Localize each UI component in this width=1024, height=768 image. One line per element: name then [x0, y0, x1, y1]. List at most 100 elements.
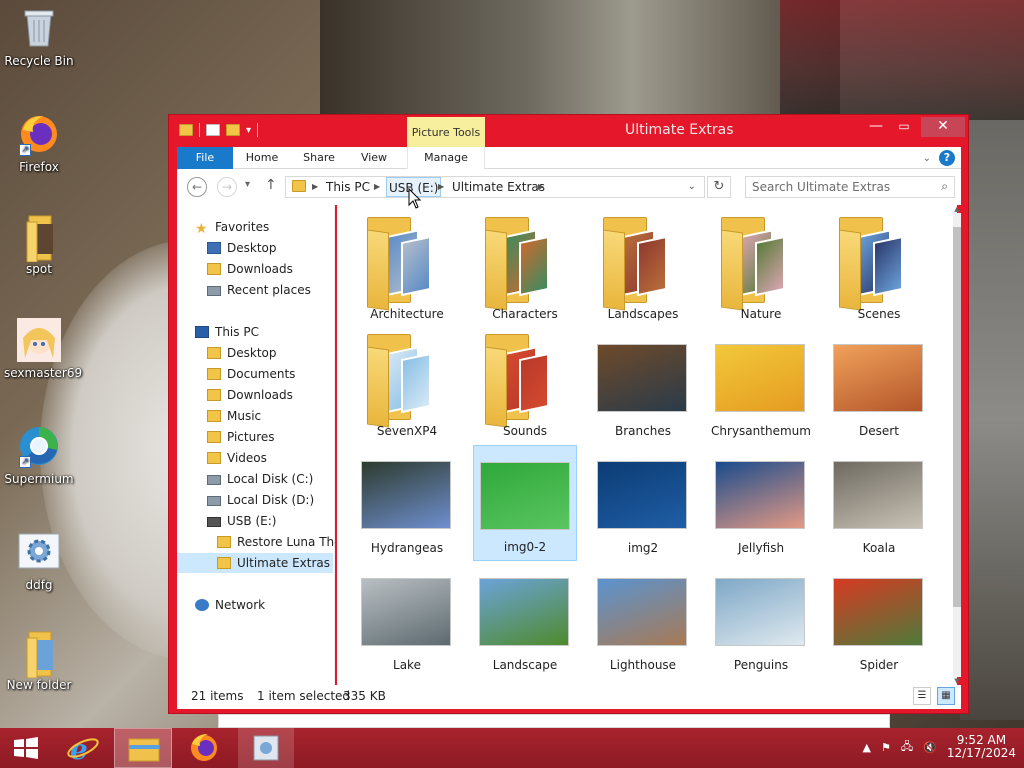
properties-icon[interactable] — [206, 124, 220, 136]
search-input[interactable]: Search Ultimate Extras ⌕ — [745, 176, 955, 198]
desktop-icon-ddfg[interactable]: ddfg — [4, 530, 74, 592]
nav-usb-e[interactable]: USB (E:) — [207, 511, 276, 531]
breadcrumb-arrow-icon[interactable]: ▶ — [374, 177, 380, 197]
folder-item[interactable]: Architecture — [355, 211, 459, 327]
settings-gear-icon — [17, 530, 61, 574]
desktop-icon-new-folder[interactable]: New folder — [4, 630, 74, 692]
nav-restore-luna-theme[interactable]: Restore Luna Ther — [217, 532, 335, 552]
clock[interactable]: 9:52 AM 12/17/2024 — [947, 734, 1016, 760]
nav-thispc-downloads[interactable]: Downloads — [207, 385, 293, 405]
file-list: Architecture Characters Landscapes Nature Sc… — [337, 205, 957, 685]
chevron-down-icon[interactable]: ▾ — [246, 125, 251, 136]
nav-network[interactable]: Network — [195, 595, 265, 615]
music-folder-icon — [207, 410, 221, 422]
folder-item[interactable]: SevenXP4 — [355, 328, 459, 444]
minimize-button[interactable]: — — [863, 117, 889, 137]
recent-locations-chevron-icon[interactable]: ▾ — [245, 179, 250, 190]
file-explorer-icon — [128, 738, 160, 762]
forward-button[interactable]: → — [217, 177, 237, 197]
folder-item[interactable]: Characters — [473, 211, 577, 327]
taskbar-control-panel[interactable] — [238, 728, 294, 768]
scrollbar-thumb[interactable] — [953, 227, 961, 607]
tab-view[interactable]: View — [351, 147, 397, 169]
image-item[interactable]: Desert — [827, 328, 931, 444]
title-bar[interactable]: ▾ Picture Tools Ultimate Extras — ▭ ✕ — [169, 115, 968, 149]
desktop-icon-firefox[interactable]: ↗ Firefox — [4, 112, 74, 174]
scroll-down-arrow-icon[interactable]: ▼ — [953, 677, 961, 685]
nav-thispc-pictures[interactable]: Pictures — [207, 427, 275, 447]
item-label: Spider — [859, 658, 899, 672]
navigation-pane: ★ Favorites Desktop Downloads Recent plac… — [177, 205, 335, 685]
scroll-up-arrow-icon[interactable]: ▲ — [953, 205, 961, 213]
item-label: img2 — [627, 541, 659, 555]
desktop-icon-recycle-bin[interactable]: Recycle Bin — [4, 6, 74, 68]
desktop-icon-sexmaster69[interactable]: sexmaster69 — [4, 318, 82, 380]
nav-local-disk-c[interactable]: Local Disk (C:) — [207, 469, 313, 489]
vertical-scrollbar[interactable]: ▲ ▼ — [953, 205, 961, 685]
details-view-button[interactable]: ☰ — [913, 687, 931, 705]
up-button[interactable]: ↑ — [265, 177, 277, 193]
nav-favorites-downloads[interactable]: Downloads — [207, 259, 293, 279]
maximize-button[interactable]: ▭ — [891, 117, 917, 137]
address-history-chevron-icon[interactable]: ⌄ — [688, 181, 696, 192]
nav-local-disk-d[interactable]: Local Disk (D:) — [207, 490, 314, 510]
nav-thispc-documents[interactable]: Documents — [207, 364, 295, 384]
image-item[interactable]: Chrysanthemum — [709, 328, 813, 444]
taskbar-firefox[interactable] — [178, 728, 230, 768]
network-status-icon[interactable]: 🖧 — [901, 738, 913, 757]
image-item[interactable]: img2 — [591, 445, 695, 561]
close-button[interactable]: ✕ — [921, 117, 965, 137]
nav-this-pc[interactable]: This PC — [195, 322, 259, 342]
folder-item[interactable]: Scenes — [827, 211, 931, 327]
image-item[interactable]: Koala — [827, 445, 931, 561]
breadcrumb-ultimate-extras[interactable]: Ultimate Extras — [452, 177, 545, 197]
tab-share[interactable]: Share — [295, 147, 343, 169]
tab-home[interactable]: Home — [239, 147, 285, 169]
volume-muted-icon[interactable]: 🔇 — [923, 741, 937, 754]
refresh-button[interactable]: ↻ — [707, 176, 731, 198]
desktop-icon — [207, 242, 221, 254]
nav-ultimate-extras[interactable]: Ultimate Extras — [177, 553, 333, 573]
new-folder-icon[interactable] — [226, 124, 240, 136]
image-item[interactable]: Lake — [355, 562, 459, 678]
nav-favorites-desktop[interactable]: Desktop — [207, 238, 277, 258]
breadcrumb-arrow-icon[interactable]: ▶ — [312, 177, 318, 197]
selection-size: 335 KB — [343, 689, 386, 703]
back-button[interactable]: ← — [187, 177, 207, 197]
action-center-flag-icon[interactable]: ⚑ — [881, 741, 891, 754]
desktop-icon-supermium[interactable]: ↗ Supermium — [4, 424, 74, 486]
taskbar-file-explorer[interactable] — [114, 728, 172, 768]
desktop-icon-spot[interactable]: spot — [4, 214, 74, 276]
expand-ribbon-chevron-icon[interactable]: ⌄ — [923, 153, 931, 164]
image-item[interactable]: Branches — [591, 328, 695, 444]
image-item[interactable]: Jellyfish — [709, 445, 813, 561]
help-icon[interactable]: ? — [939, 150, 955, 166]
nav-favorites-recent-places[interactable]: Recent places — [207, 280, 311, 300]
breadcrumb-this-pc[interactable]: This PC — [326, 177, 370, 197]
address-bar[interactable]: ▶ This PC ▶ USB (E:) ▶ Ultimate Extras ▶… — [285, 176, 705, 198]
nav-thispc-videos[interactable]: Videos — [207, 448, 267, 468]
folder-icon — [207, 389, 221, 401]
folder-item[interactable]: Sounds — [473, 328, 577, 444]
nav-thispc-music[interactable]: Music — [207, 406, 261, 426]
image-item[interactable]: Hydrangeas — [355, 445, 459, 561]
svg-text:e: e — [70, 733, 88, 766]
image-item[interactable]: Penguins — [709, 562, 813, 678]
breadcrumb-arrow-icon[interactable]: ▶ — [438, 177, 444, 197]
image-item[interactable]: Landscape — [473, 562, 577, 678]
image-item[interactable]: Lighthouse — [591, 562, 695, 678]
taskbar-internet-explorer[interactable]: e — [56, 728, 108, 768]
start-button[interactable] — [0, 728, 52, 768]
image-item[interactable]: Spider — [827, 562, 931, 678]
image-item[interactable]: img0-2 — [473, 445, 577, 561]
large-icons-view-button[interactable]: ▦ — [937, 687, 955, 705]
folder-item[interactable]: Nature — [709, 211, 813, 327]
show-hidden-icons-chevron-icon[interactable]: ▲ — [863, 741, 871, 754]
breadcrumb-arrow-icon[interactable]: ▶ — [538, 177, 544, 197]
nav-favorites[interactable]: ★ Favorites — [195, 217, 269, 237]
folder-item[interactable]: Landscapes — [591, 211, 695, 327]
supermium-icon: ↗ — [17, 424, 61, 468]
nav-thispc-desktop[interactable]: Desktop — [207, 343, 277, 363]
tab-file[interactable]: File — [177, 147, 233, 169]
tab-manage[interactable]: Manage — [407, 147, 485, 169]
